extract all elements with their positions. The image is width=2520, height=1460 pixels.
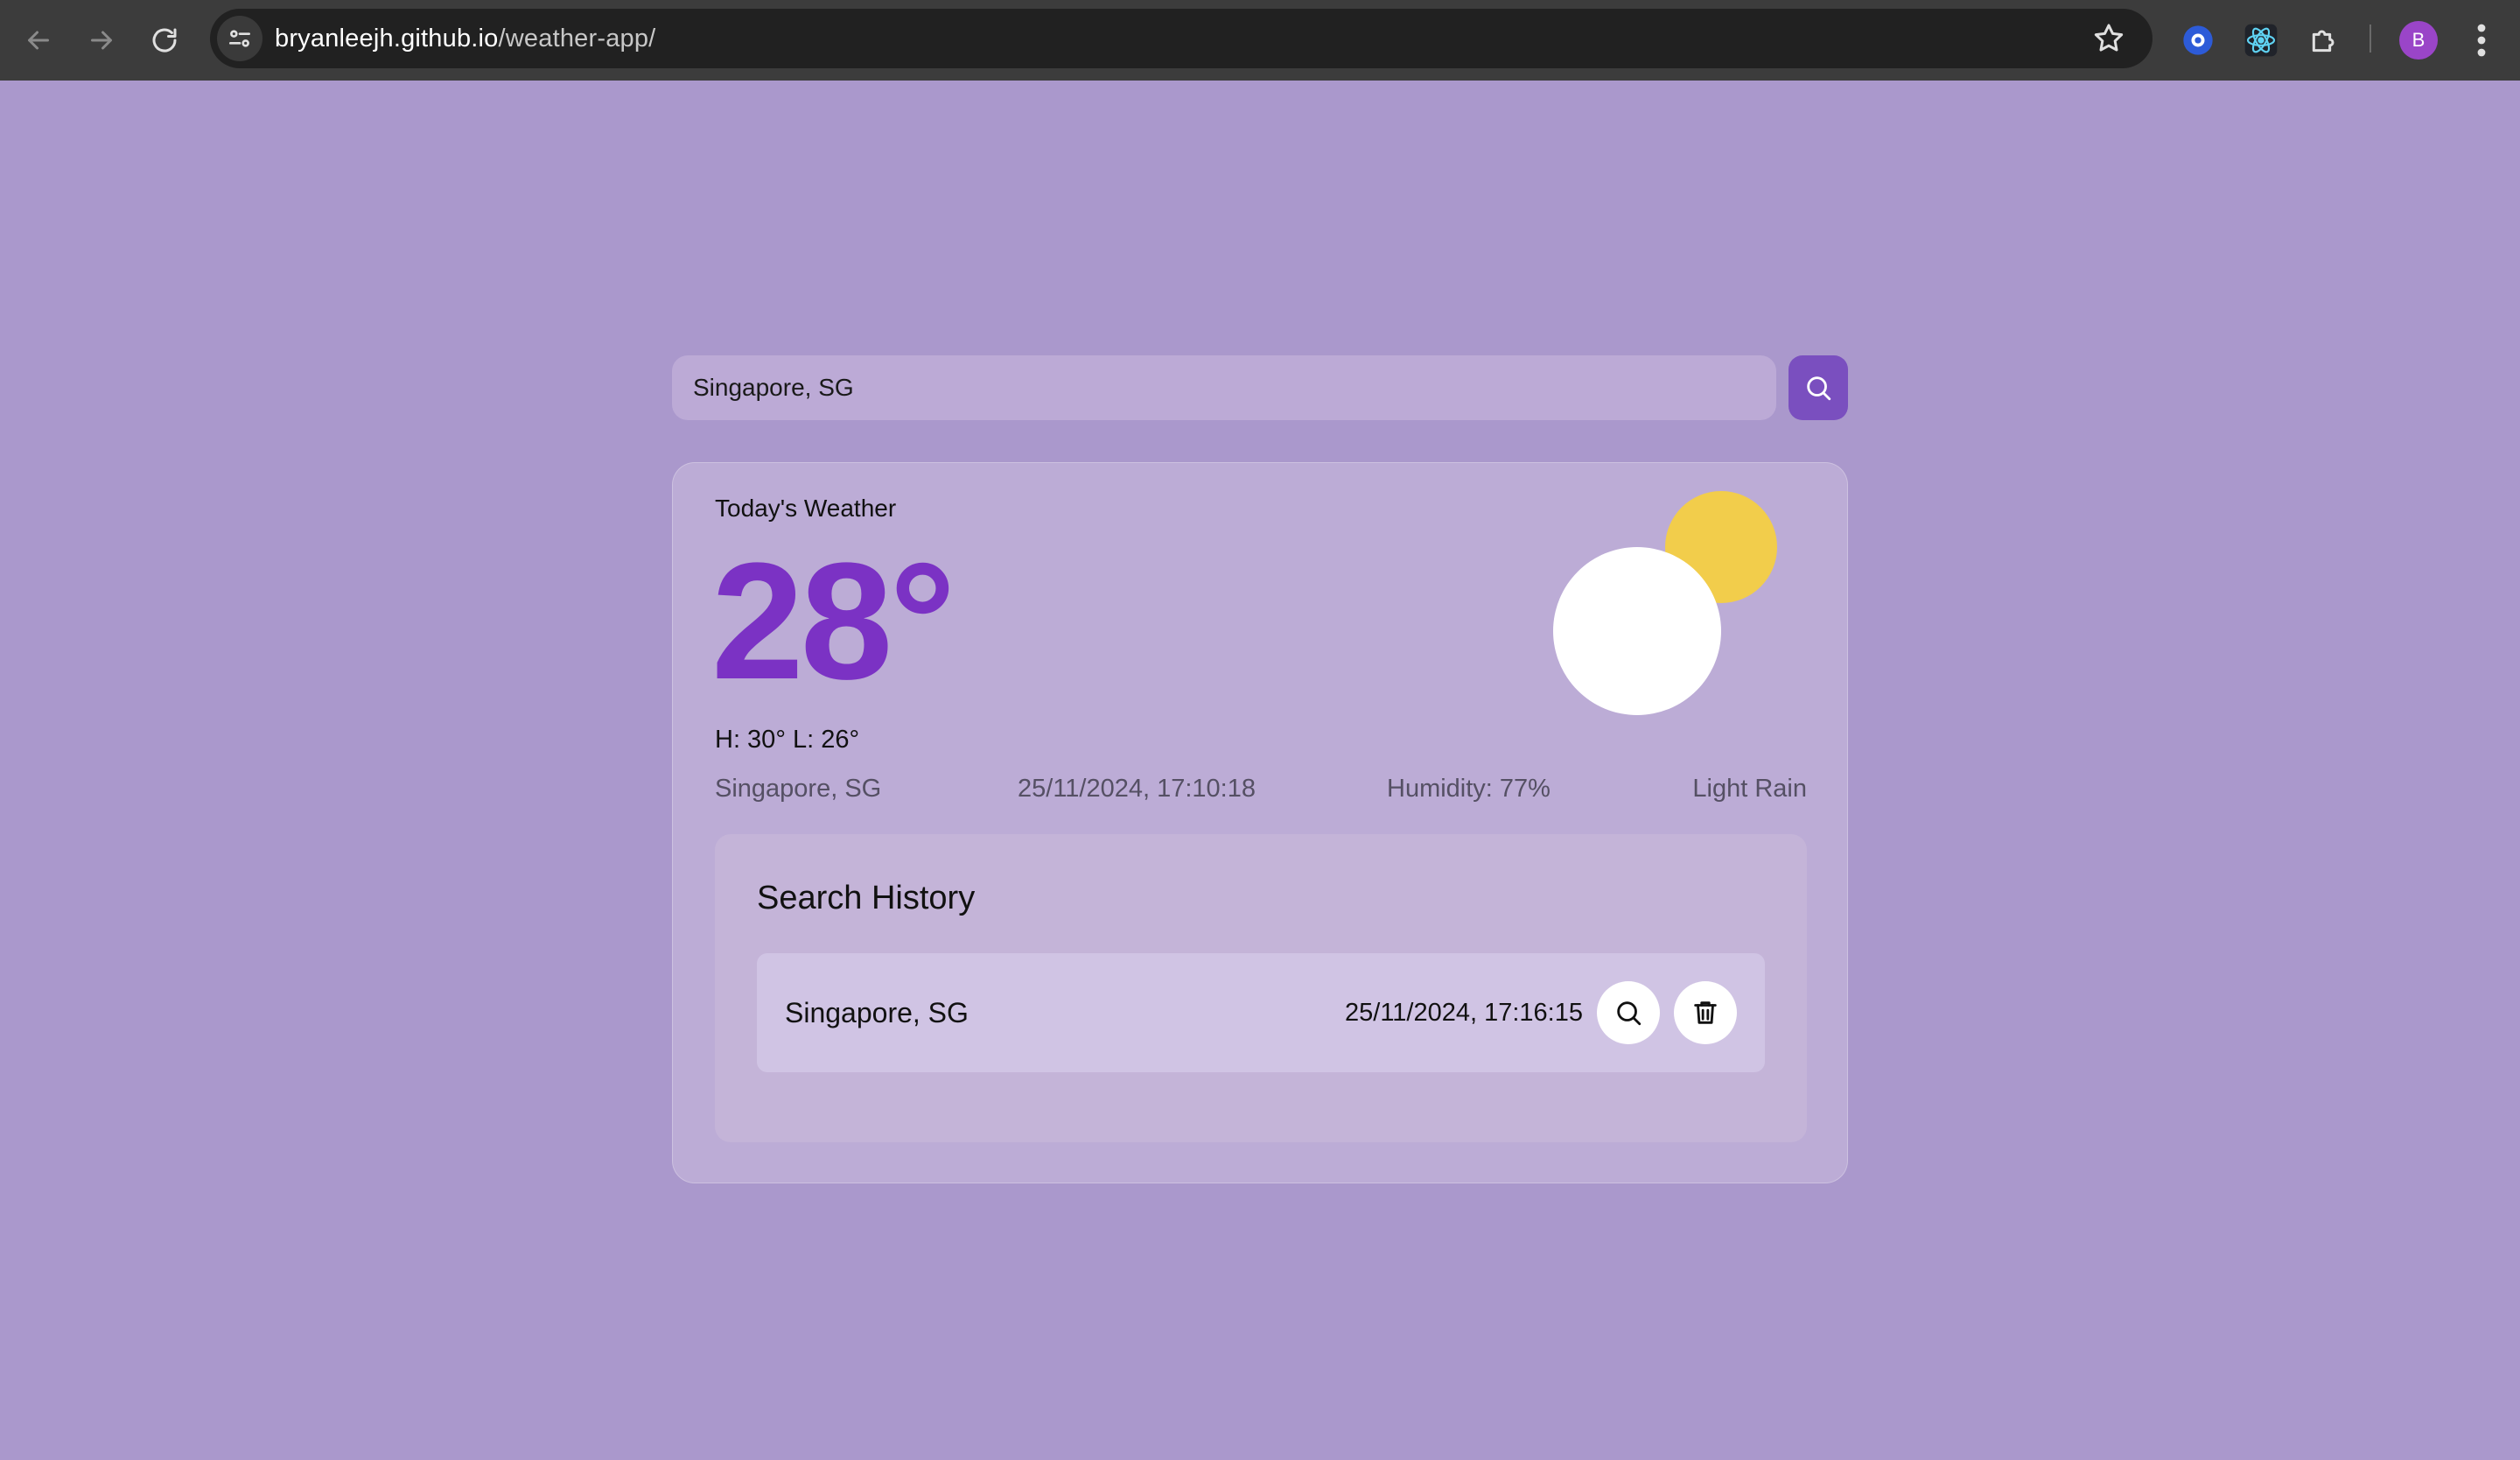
history-list-item: Singapore, SG 25/11/2024, 17:16:15 bbox=[757, 953, 1765, 1072]
history-search-button[interactable] bbox=[1597, 981, 1660, 1044]
weather-cloud-sun-icon bbox=[1553, 489, 1781, 717]
cloud-icon bbox=[1553, 547, 1721, 715]
weather-info-row: Singapore, SG 25/11/2024, 17:10:18 Humid… bbox=[715, 775, 1807, 810]
puzzle-extensions-icon[interactable] bbox=[2303, 19, 2345, 61]
url-host: bryanleejh.github.io bbox=[275, 25, 499, 53]
toolbar-divider bbox=[2370, 25, 2371, 53]
history-city: Singapore, SG bbox=[785, 997, 969, 1028]
back-icon[interactable] bbox=[18, 19, 60, 61]
condition-text: Light Rain bbox=[1692, 775, 1807, 803]
trash-icon bbox=[1694, 1001, 1717, 1024]
bookmark-star-icon[interactable] bbox=[2091, 21, 2126, 56]
search-bar bbox=[672, 355, 1848, 420]
location-text: Singapore, SG bbox=[715, 775, 882, 803]
url-text: bryanleejh.github.io/weather-app/ bbox=[275, 9, 655, 68]
weather-card: Today's Weather 28° H: 30° L: 26° Singap… bbox=[672, 462, 1848, 1183]
search-button[interactable] bbox=[1788, 355, 1848, 420]
high-low-temperature: H: 30° L: 26° bbox=[715, 726, 860, 754]
url-path: /weather-app/ bbox=[498, 25, 656, 53]
extension-icon[interactable] bbox=[2177, 19, 2219, 61]
search-icon bbox=[1617, 1001, 1642, 1026]
history-time: 25/11/2024, 17:16:15 bbox=[1345, 999, 1583, 1027]
browser-toolbar: bryanleejh.github.io/weather-app/ B bbox=[0, 0, 2520, 81]
today-weather-label: Today's Weather bbox=[715, 495, 897, 522]
search-history-panel: Search History Singapore, SG 25/11/2024,… bbox=[715, 834, 1807, 1142]
timestamp-text: 25/11/2024, 17:10:18 bbox=[1018, 775, 1256, 803]
menu-icon[interactable] bbox=[2464, 19, 2499, 61]
history-delete-button[interactable] bbox=[1674, 981, 1737, 1044]
humidity-text: Humidity: 77% bbox=[1387, 775, 1550, 803]
reload-icon[interactable] bbox=[144, 19, 186, 61]
site-info-icon[interactable] bbox=[217, 16, 262, 61]
search-history-title: Search History bbox=[757, 880, 976, 916]
profile-avatar[interactable]: B bbox=[2399, 21, 2438, 60]
temperature-value: 28° bbox=[711, 529, 956, 714]
react-devtools-icon[interactable] bbox=[2240, 19, 2282, 61]
address-bar[interactable]: bryanleejh.github.io/weather-app/ bbox=[210, 9, 2152, 68]
search-icon bbox=[1807, 376, 1831, 401]
forward-icon[interactable] bbox=[80, 19, 122, 61]
search-input[interactable] bbox=[672, 355, 1776, 420]
